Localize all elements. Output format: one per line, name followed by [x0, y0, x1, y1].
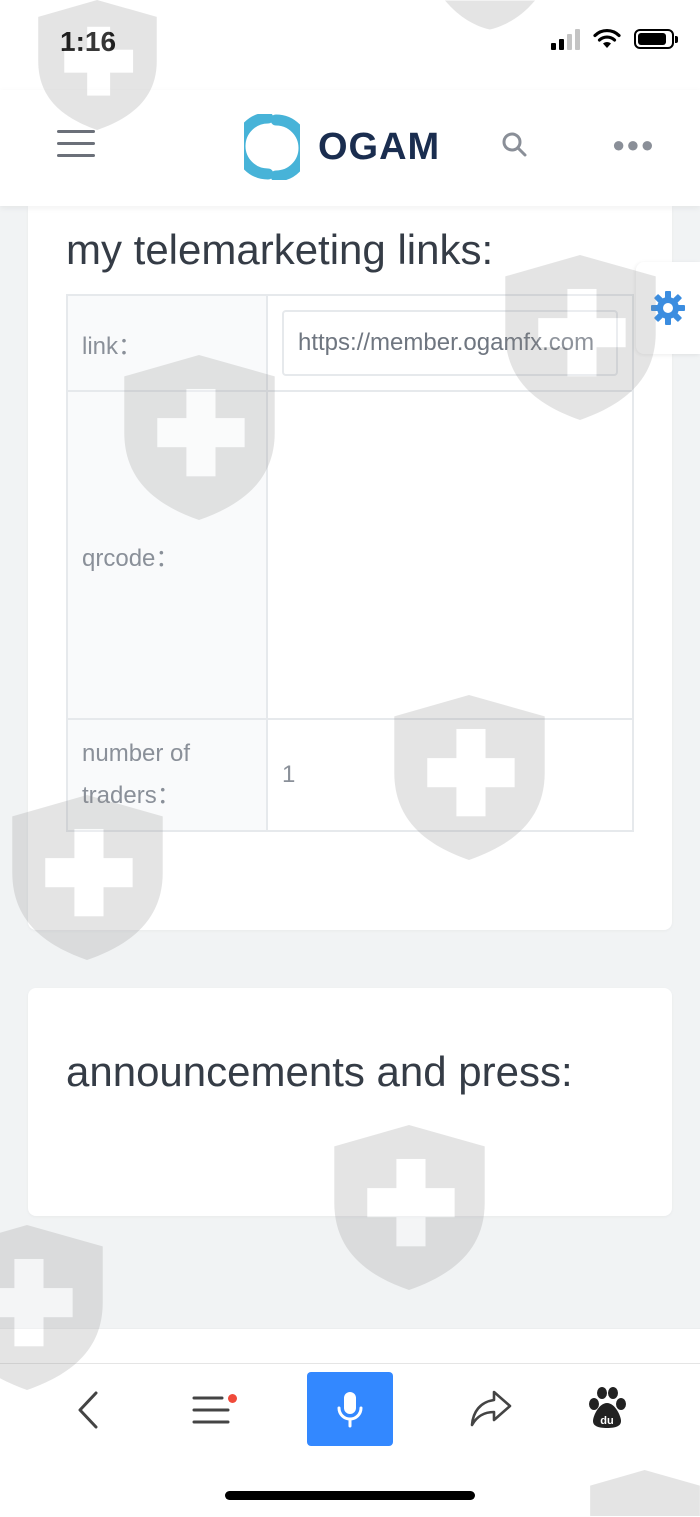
status-bar: 1:16	[0, 0, 700, 90]
voice-search-button[interactable]	[307, 1372, 393, 1446]
more-icon[interactable]: ●●●	[612, 132, 655, 158]
menu-lines-icon	[192, 1396, 230, 1424]
traders-value: 1	[266, 718, 634, 832]
table-row: link： https://member.ogamfx.com	[66, 294, 634, 392]
link-field[interactable]: https://member.ogamfx.com	[282, 310, 618, 376]
home-indicator	[225, 1491, 475, 1500]
top-navbar: OGAM ●●●	[0, 90, 700, 206]
svg-text:du: du	[600, 1415, 613, 1427]
table-row: number of traders： 1	[66, 718, 634, 832]
status-icons	[551, 28, 678, 50]
telemarketing-card: my telemarketing links: link： https://me…	[28, 206, 672, 930]
ogam-logo[interactable]: OGAM	[244, 114, 440, 180]
share-icon[interactable]	[468, 1388, 514, 1430]
traders-label: number of traders：	[66, 718, 268, 832]
link-value-cell: https://member.ogamfx.com	[266, 294, 634, 392]
traders-label-line1: number of	[82, 740, 191, 767]
footer-strip	[0, 1328, 700, 1365]
cellular-signal-icon	[551, 28, 580, 50]
telemarketing-table: link： https://member.ogamfx.com qrcode： …	[66, 294, 634, 832]
traders-label-line2: traders：	[82, 782, 181, 809]
telemarketing-title: my telemarketing links:	[66, 226, 494, 273]
logo-text: OGAM	[318, 125, 441, 168]
notification-dot	[228, 1394, 237, 1403]
announcements-title: announcements and press:	[66, 1048, 573, 1095]
battery-icon	[634, 29, 678, 49]
settings-tab[interactable]	[636, 262, 700, 354]
browser-toolbar: du	[0, 1363, 700, 1517]
gear-icon	[651, 291, 685, 325]
menu-icon[interactable]	[57, 130, 95, 158]
qrcode-label: qrcode：	[66, 390, 268, 720]
ogam-logo-icon	[244, 114, 300, 180]
table-row: qrcode：	[66, 390, 634, 720]
microphone-icon	[337, 1392, 363, 1428]
status-time: 1:16	[60, 26, 117, 57]
announcements-card: announcements and press:	[28, 988, 672, 1216]
back-icon[interactable]	[72, 1390, 106, 1430]
qrcode-cell	[266, 390, 634, 720]
wifi-icon	[593, 28, 621, 48]
search-icon[interactable]	[500, 130, 530, 160]
menu-icon[interactable]	[192, 1392, 238, 1432]
baidu-icon[interactable]: du	[586, 1386, 628, 1430]
link-label: link：	[66, 294, 268, 392]
